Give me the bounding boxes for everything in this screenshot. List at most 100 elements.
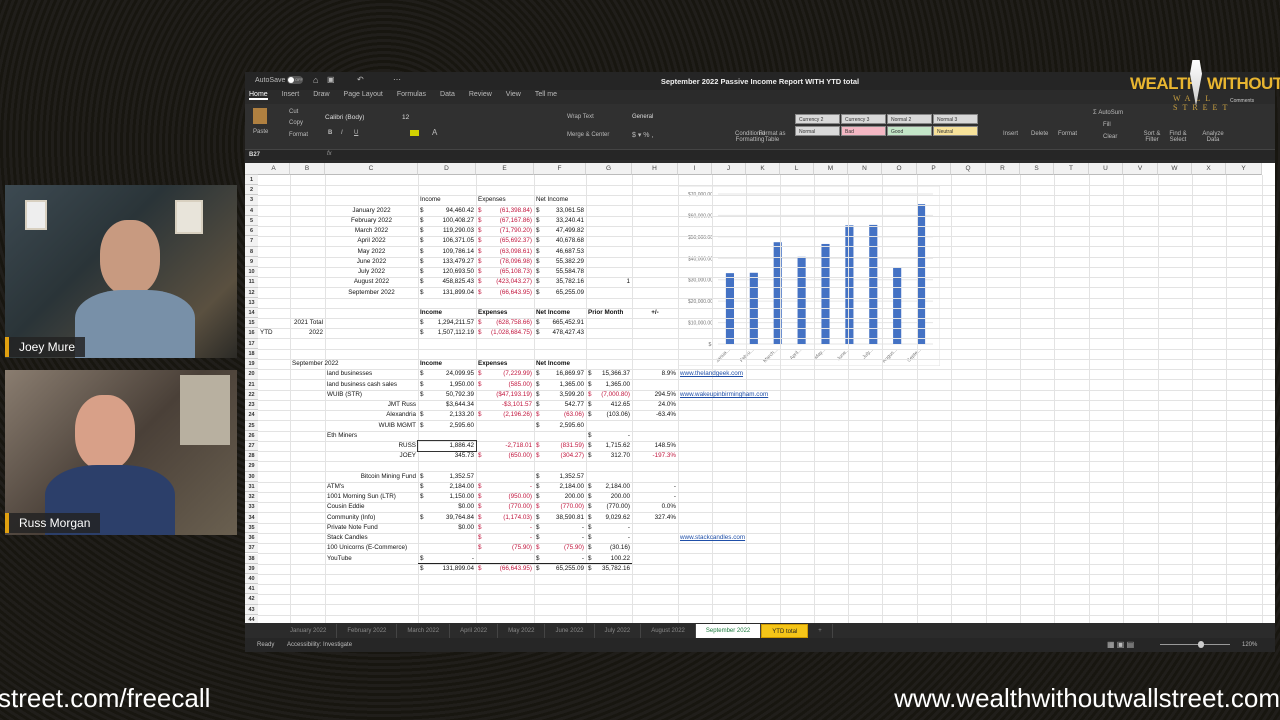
- column-header-L[interactable]: L: [780, 163, 814, 175]
- autosum-button[interactable]: Σ AutoSum: [1093, 110, 1123, 116]
- row-header-28[interactable]: 28: [245, 451, 258, 462]
- format-as-table-button[interactable]: Format as Table: [757, 131, 787, 143]
- row-header-14[interactable]: 14: [245, 307, 258, 319]
- column-header-A[interactable]: A: [258, 163, 290, 175]
- row-header-1[interactable]: 1: [245, 175, 258, 186]
- sheet-tab-march-2022[interactable]: March 2022: [397, 624, 451, 638]
- tab-review[interactable]: Review: [469, 91, 492, 100]
- sheet-tab-june-2022[interactable]: June 2022: [545, 624, 595, 638]
- row-header-32[interactable]: 32: [245, 492, 258, 503]
- cell-I36[interactable]: www.stackcandles.com: [678, 533, 818, 543]
- tab-data[interactable]: Data: [440, 91, 455, 100]
- fill-color-icon[interactable]: [410, 130, 419, 136]
- row-header-22[interactable]: 22: [245, 389, 258, 401]
- delete-cells-button[interactable]: Delete: [1031, 131, 1048, 137]
- cell-style-currency-2[interactable]: Currency 2: [795, 114, 840, 124]
- bold-button[interactable]: B: [328, 130, 332, 136]
- find-select-button[interactable]: Find & Select: [1167, 131, 1189, 143]
- row-header-18[interactable]: 18: [245, 348, 258, 360]
- row-header-29[interactable]: 29: [245, 461, 258, 472]
- sheet-tab-july-2022[interactable]: July 2022: [595, 624, 642, 638]
- cell-style-normal-2[interactable]: Normal 2: [887, 114, 932, 124]
- row-header-33[interactable]: 33: [245, 502, 258, 513]
- row-header-27[interactable]: 27: [245, 440, 258, 452]
- row-header-7[interactable]: 7: [245, 236, 258, 247]
- merge-center-button[interactable]: Merge & Center: [567, 132, 609, 138]
- cell-style-normal-3[interactable]: Normal 3: [933, 114, 978, 124]
- sheet-tab-ytd-total[interactable]: YTD total: [761, 624, 809, 638]
- accessibility-status[interactable]: Accessibility: Investigate: [287, 642, 352, 648]
- column-header-V[interactable]: V: [1123, 163, 1158, 175]
- font-select[interactable]: Calibri (Body): [325, 114, 364, 121]
- cut-button[interactable]: Cut: [289, 109, 298, 115]
- add-sheet-button[interactable]: +: [808, 624, 833, 638]
- cell-style-bad[interactable]: Bad: [841, 126, 886, 136]
- row-header-44[interactable]: 44: [245, 614, 258, 623]
- column-header-P[interactable]: P: [917, 163, 951, 175]
- tab-insert[interactable]: Insert: [282, 91, 300, 100]
- row-header-36[interactable]: 36: [245, 533, 258, 544]
- number-format-select[interactable]: General: [632, 114, 653, 120]
- clear-button[interactable]: Clear: [1103, 134, 1117, 140]
- column-header-W[interactable]: W: [1158, 163, 1192, 175]
- row-header-12[interactable]: 12: [245, 287, 258, 298]
- column-header-C[interactable]: C: [325, 163, 418, 175]
- column-header-E[interactable]: E: [476, 163, 534, 175]
- insert-cells-button[interactable]: Insert: [1003, 131, 1018, 137]
- sheet-tab-february-2022[interactable]: February 2022: [337, 624, 398, 638]
- fill-button[interactable]: Fill: [1103, 122, 1111, 128]
- wrap-text-button[interactable]: Wrap Text: [567, 114, 594, 120]
- row-header-43[interactable]: 43: [245, 604, 258, 615]
- spreadsheet-grid[interactable]: $- $10,000.00 $20,000.00 $30,000.00 $40,000.…: [245, 163, 1275, 623]
- row-header-3[interactable]: 3: [245, 195, 258, 206]
- underline-button[interactable]: U: [354, 130, 358, 136]
- paste-button[interactable]: Paste: [253, 129, 268, 135]
- column-header-J[interactable]: J: [712, 163, 746, 175]
- cell-style-good[interactable]: Good: [887, 126, 932, 136]
- row-header-20[interactable]: 20: [245, 369, 258, 380]
- row-header-21[interactable]: 21: [245, 379, 258, 390]
- column-header-G[interactable]: G: [586, 163, 632, 175]
- analyze-data-button[interactable]: Analyze Data: [1200, 131, 1226, 143]
- row-header-13[interactable]: 13: [245, 297, 258, 308]
- row-header-24[interactable]: 24: [245, 410, 258, 421]
- cell-I20[interactable]: www.thelandgeek.com: [678, 369, 818, 379]
- cell-style-normal[interactable]: Normal: [795, 126, 840, 136]
- row-header-26[interactable]: 26: [245, 430, 258, 441]
- row-header-37[interactable]: 37: [245, 543, 258, 554]
- tab-draw[interactable]: Draw: [313, 91, 329, 100]
- row-header-10[interactable]: 10: [245, 267, 258, 278]
- row-header-35[interactable]: 35: [245, 522, 258, 534]
- column-header-I[interactable]: I: [678, 163, 712, 175]
- select-all-corner[interactable]: [245, 163, 258, 175]
- column-header-U[interactable]: U: [1089, 163, 1123, 175]
- sheet-tab-april-2022[interactable]: April 2022: [450, 624, 499, 638]
- row-header-40[interactable]: 40: [245, 573, 258, 585]
- column-header-M[interactable]: M: [814, 163, 848, 175]
- currency-percent-buttons[interactable]: $ ▾ % ,: [632, 131, 653, 139]
- row-header-41[interactable]: 41: [245, 584, 258, 595]
- row-header-34[interactable]: 34: [245, 512, 258, 523]
- sheet-tab-may-2022[interactable]: May 2022: [498, 624, 546, 638]
- copy-button[interactable]: Copy: [289, 120, 303, 126]
- row-header-2[interactable]: 2: [245, 185, 258, 196]
- row-header-6[interactable]: 6: [245, 226, 258, 237]
- row-header-9[interactable]: 9: [245, 256, 258, 268]
- column-header-F[interactable]: F: [534, 163, 586, 175]
- view-mode-icons[interactable]: ▦ ▣ ▤: [1107, 640, 1134, 649]
- italic-button[interactable]: I: [341, 130, 343, 136]
- row-header-16[interactable]: 16: [245, 328, 258, 339]
- column-header-H[interactable]: H: [632, 163, 678, 175]
- column-header-R[interactable]: R: [986, 163, 1020, 175]
- format-painter-button[interactable]: Format: [289, 132, 308, 138]
- column-header-S[interactable]: S: [1020, 163, 1054, 175]
- column-header-N[interactable]: N: [848, 163, 882, 175]
- row-header-38[interactable]: 38: [245, 553, 258, 564]
- row-header-11[interactable]: 11: [245, 277, 258, 288]
- tab-view[interactable]: View: [506, 91, 521, 100]
- row-header-15[interactable]: 15: [245, 318, 258, 329]
- sheet-tab-january-2022[interactable]: January 2022: [280, 624, 338, 638]
- row-header-30[interactable]: 30: [245, 471, 258, 482]
- cell-style-currency-3[interactable]: Currency 3: [841, 114, 886, 124]
- cell-I22[interactable]: www.wakeupinbirmingham.com: [678, 390, 818, 400]
